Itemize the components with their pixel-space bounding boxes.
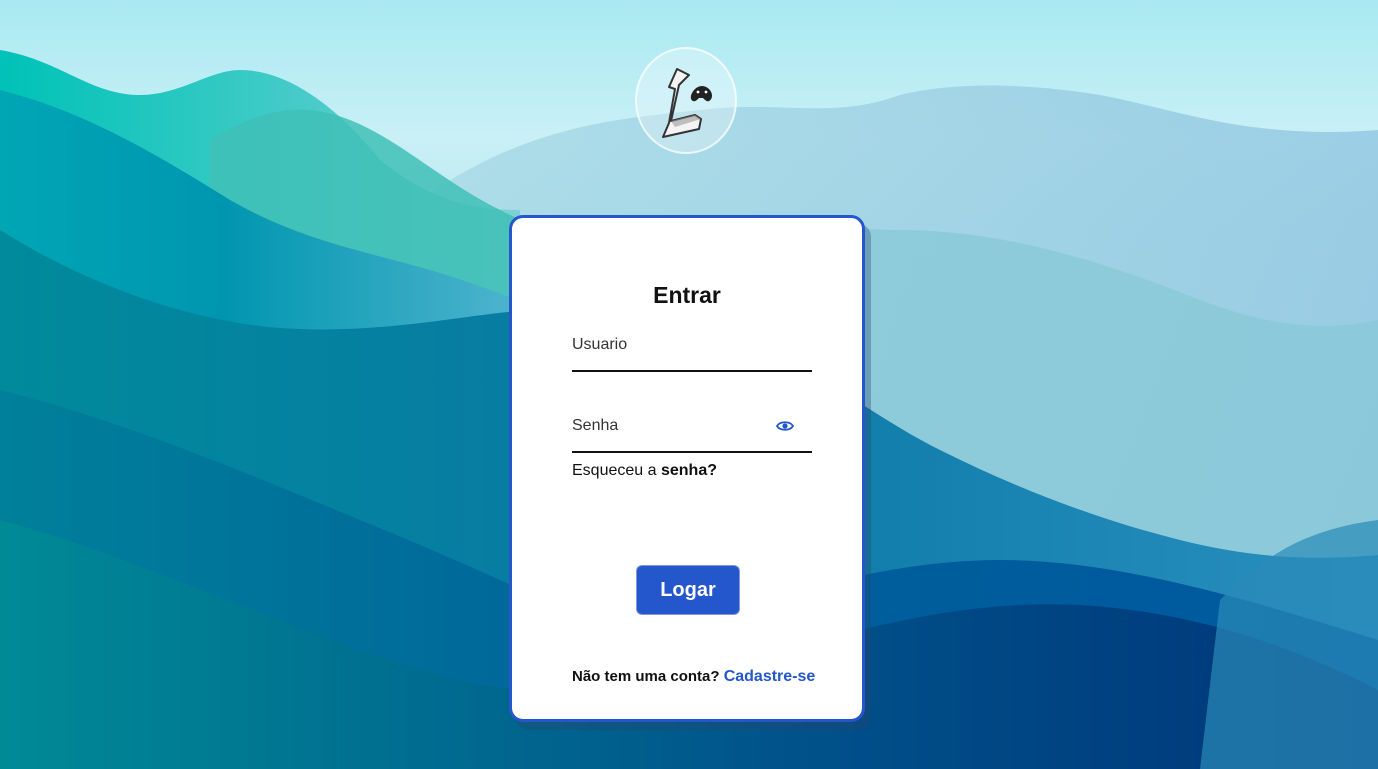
login-card: Entrar Esqueceu a senha? Logar Não tem u… xyxy=(509,215,865,722)
password-input[interactable] xyxy=(572,411,772,441)
forgot-password-prefix: Esqueceu a xyxy=(572,462,657,479)
username-input[interactable] xyxy=(572,330,772,360)
logo xyxy=(635,47,737,154)
forgot-password-link[interactable]: Esqueceu a senha? xyxy=(572,462,717,480)
login-title: Entrar xyxy=(653,282,721,308)
password-field xyxy=(572,411,812,453)
eye-icon[interactable] xyxy=(776,419,794,433)
login-button[interactable]: Logar xyxy=(636,565,740,615)
signup-link[interactable]: Cadastre-se xyxy=(724,668,816,685)
game-controller-logo-icon xyxy=(662,68,712,138)
signup-row: Não tem uma conta? Cadastre-se xyxy=(572,668,815,686)
forgot-password-label: senha? xyxy=(660,462,717,479)
login-page: Entrar Esqueceu a senha? Logar Não tem u… xyxy=(0,0,1378,769)
signup-prompt: Não tem uma conta? xyxy=(572,668,720,685)
username-field xyxy=(572,330,812,372)
